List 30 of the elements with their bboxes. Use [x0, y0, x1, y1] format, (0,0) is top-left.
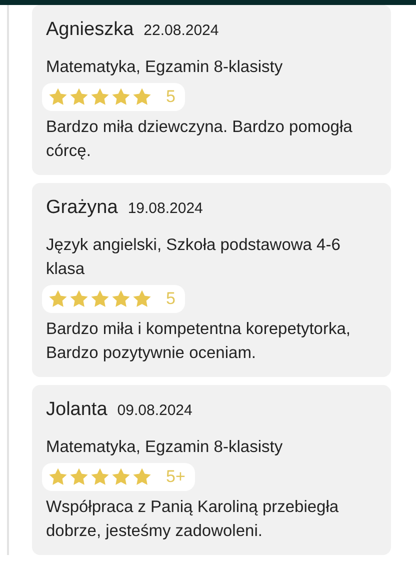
review-subject: Język angielski, Szkoła podstawowa 4-6 klasa	[46, 235, 342, 280]
star-icon	[111, 289, 131, 309]
star-icon	[69, 289, 89, 309]
star-icon	[69, 467, 89, 487]
star-icon	[90, 467, 110, 487]
review-date: 22.08.2024	[144, 22, 219, 39]
star-icon	[132, 467, 152, 487]
star-icon	[48, 289, 68, 309]
star-icon	[111, 87, 131, 107]
star-icon	[90, 289, 110, 309]
star-icon	[111, 467, 131, 487]
rating-value: 5	[166, 87, 176, 107]
star-icon	[48, 467, 68, 487]
rating-value: 5	[166, 289, 176, 309]
star-icon	[48, 87, 68, 107]
star-icon	[69, 87, 89, 107]
star-icon	[132, 289, 152, 309]
star-icon	[132, 87, 152, 107]
review-subject: Matematyka, Egzamin 8-klasisty	[46, 437, 284, 458]
review-date: 19.08.2024	[128, 200, 203, 217]
star-icon	[90, 87, 110, 107]
review-date: 09.08.2024	[117, 402, 192, 419]
reviewer-name: Grażyna	[46, 197, 118, 219]
review-text: Bardzo miła dziewczyna. Bardzo pomogła córcę.	[46, 117, 354, 162]
review-subject: Matematyka, Egzamin 8-klasisty	[46, 57, 284, 78]
reviewer-name: Jolanta	[46, 399, 108, 421]
rating-value: 5+	[166, 467, 186, 487]
reviewer-name: Agnieszka	[46, 19, 134, 41]
review-text: Współpraca z Panią Karoliną przebiegła dobrze, jesteśmy zadowoleni.	[46, 497, 340, 542]
review-text: Bardzo miła i kompetentna korepetytorka, Bardzo pozytywnie oceniam.	[46, 319, 352, 364]
